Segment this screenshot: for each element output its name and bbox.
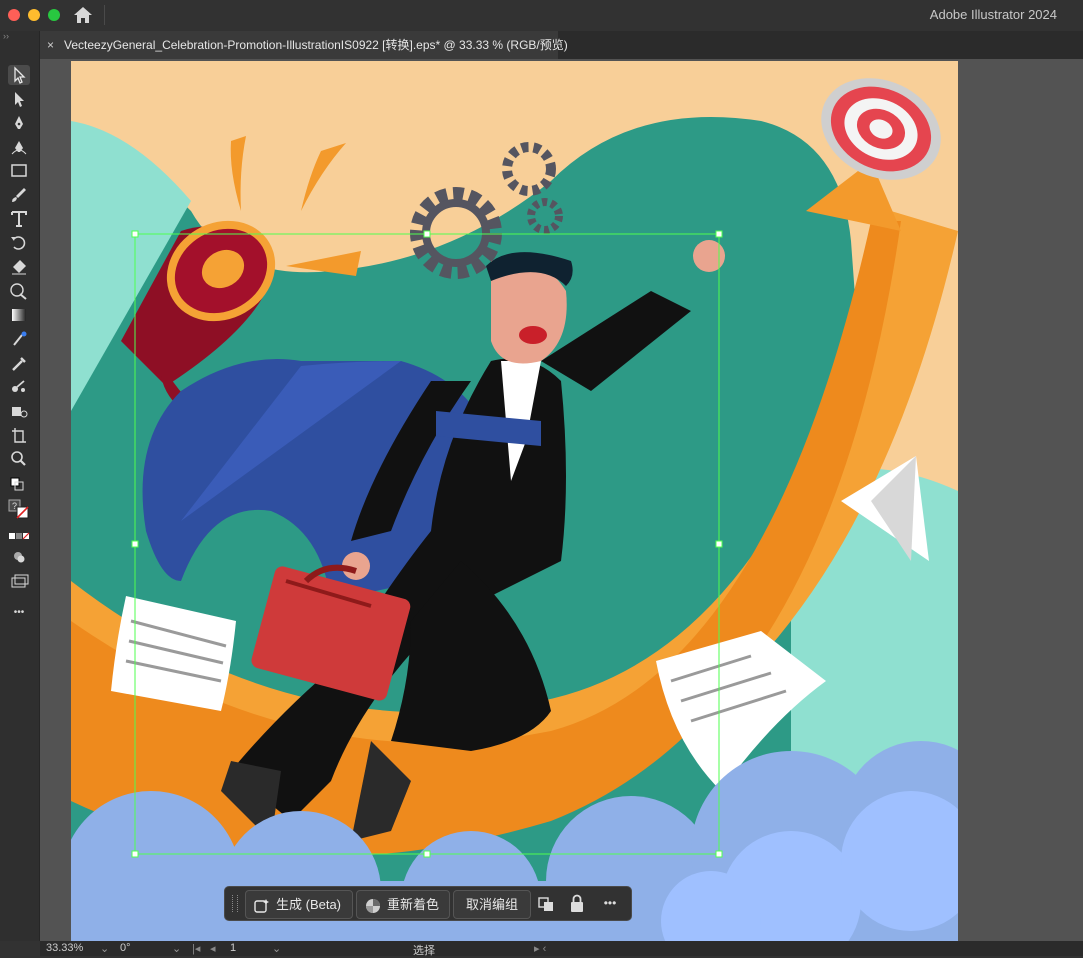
paintbrush-tool-icon[interactable] <box>8 185 30 205</box>
prev-artboard-icon[interactable]: ◂ <box>210 942 216 955</box>
shape-builder-tool-icon[interactable] <box>8 329 30 349</box>
rotation-value[interactable]: 0° <box>120 942 131 954</box>
title-bar: Adobe Illustrator 2024 <box>0 0 1083 30</box>
curvature-tool-icon[interactable] <box>8 137 30 157</box>
minimize-window-button[interactable] <box>28 9 40 21</box>
artboard-tool-icon[interactable] <box>8 425 30 445</box>
lock-icon[interactable] <box>566 890 588 917</box>
more-options-icon[interactable]: ••• <box>596 890 624 917</box>
document-tab-label: VecteezyGeneral_Celebration-Promotion-Il… <box>64 38 568 52</box>
artboard-index[interactable]: 1 <box>230 942 236 954</box>
home-icon[interactable] <box>73 6 93 24</box>
close-tab-icon[interactable]: × <box>47 31 54 59</box>
recolor-icon <box>365 896 381 913</box>
screen-mode-icon[interactable] <box>8 571 30 591</box>
fill-stroke-swap-icon[interactable] <box>8 475 30 495</box>
arrange-icon[interactable] <box>536 890 558 917</box>
warp-tool-icon[interactable] <box>8 281 30 301</box>
zoom-level[interactable]: 33.33% <box>46 942 83 954</box>
app-title: Adobe Illustrator 2024 <box>929 7 1057 22</box>
artboard[interactable] <box>71 61 958 941</box>
color-mode-icons[interactable] <box>8 527 30 547</box>
tools-panel: ›› ? ••• <box>0 31 40 941</box>
selection-tool-icon[interactable] <box>8 65 30 85</box>
zoom-dropdown-icon[interactable]: ⌄ <box>100 942 109 955</box>
type-tool-icon[interactable] <box>8 209 30 229</box>
recolor-label: 重新着色 <box>387 897 440 912</box>
drawing-mode-icon[interactable] <box>8 547 30 567</box>
zoom-tool-icon[interactable] <box>8 449 30 469</box>
panel-grip-icon[interactable]: ›› <box>3 31 9 41</box>
ungroup-button[interactable]: 取消编组 <box>453 890 531 919</box>
pen-tool-icon[interactable] <box>8 113 30 133</box>
gradient-tool-icon[interactable] <box>8 305 30 325</box>
document-tab-bar: × VecteezyGeneral_Celebration-Promotion-… <box>40 31 1083 59</box>
svg-text:?: ? <box>12 501 17 511</box>
symbol-sprayer-tool-icon[interactable] <box>8 401 30 421</box>
eraser-tool-icon[interactable] <box>8 257 30 277</box>
recolor-button[interactable]: 重新着色 <box>356 890 450 919</box>
rectangle-tool-icon[interactable] <box>8 161 30 181</box>
document-tab[interactable]: × VecteezyGeneral_Celebration-Promotion-… <box>40 31 568 59</box>
close-window-button[interactable] <box>8 9 20 21</box>
taskbar-grip-icon[interactable] <box>232 895 238 912</box>
direct-selection-tool-icon[interactable] <box>8 89 30 109</box>
first-artboard-icon[interactable]: |◂ <box>192 942 200 955</box>
more-tools-icon[interactable]: ••• <box>8 603 30 623</box>
illustration <box>71 61 958 941</box>
artboard-dropdown-icon[interactable]: ⌄ <box>272 942 281 955</box>
contextual-task-bar: 生成 (Beta) 重新着色 取消编组 ••• <box>224 886 632 921</box>
generate-beta-button[interactable]: 生成 (Beta) <box>245 890 353 919</box>
status-menu-icon[interactable]: ▸ ‹ <box>534 942 546 955</box>
generate-label: 生成 (Beta) <box>276 897 342 912</box>
puppet-warp-tool-icon[interactable] <box>8 377 30 397</box>
rotate-tool-icon[interactable] <box>8 233 30 253</box>
title-divider <box>104 5 105 25</box>
status-bar: 33.33% ⌄ 0° ⌄ |◂ ◂ 1 ⌄ 选择 ▸ ‹ <box>40 941 1083 957</box>
zoom-window-button[interactable] <box>48 9 60 21</box>
generate-icon <box>254 896 270 913</box>
rotation-dropdown-icon[interactable]: ⌄ <box>172 942 181 955</box>
ungroup-label: 取消编组 <box>466 897 519 912</box>
eyedropper-tool-icon[interactable] <box>8 353 30 373</box>
fill-stroke-swatch-icon[interactable]: ? <box>8 499 30 519</box>
